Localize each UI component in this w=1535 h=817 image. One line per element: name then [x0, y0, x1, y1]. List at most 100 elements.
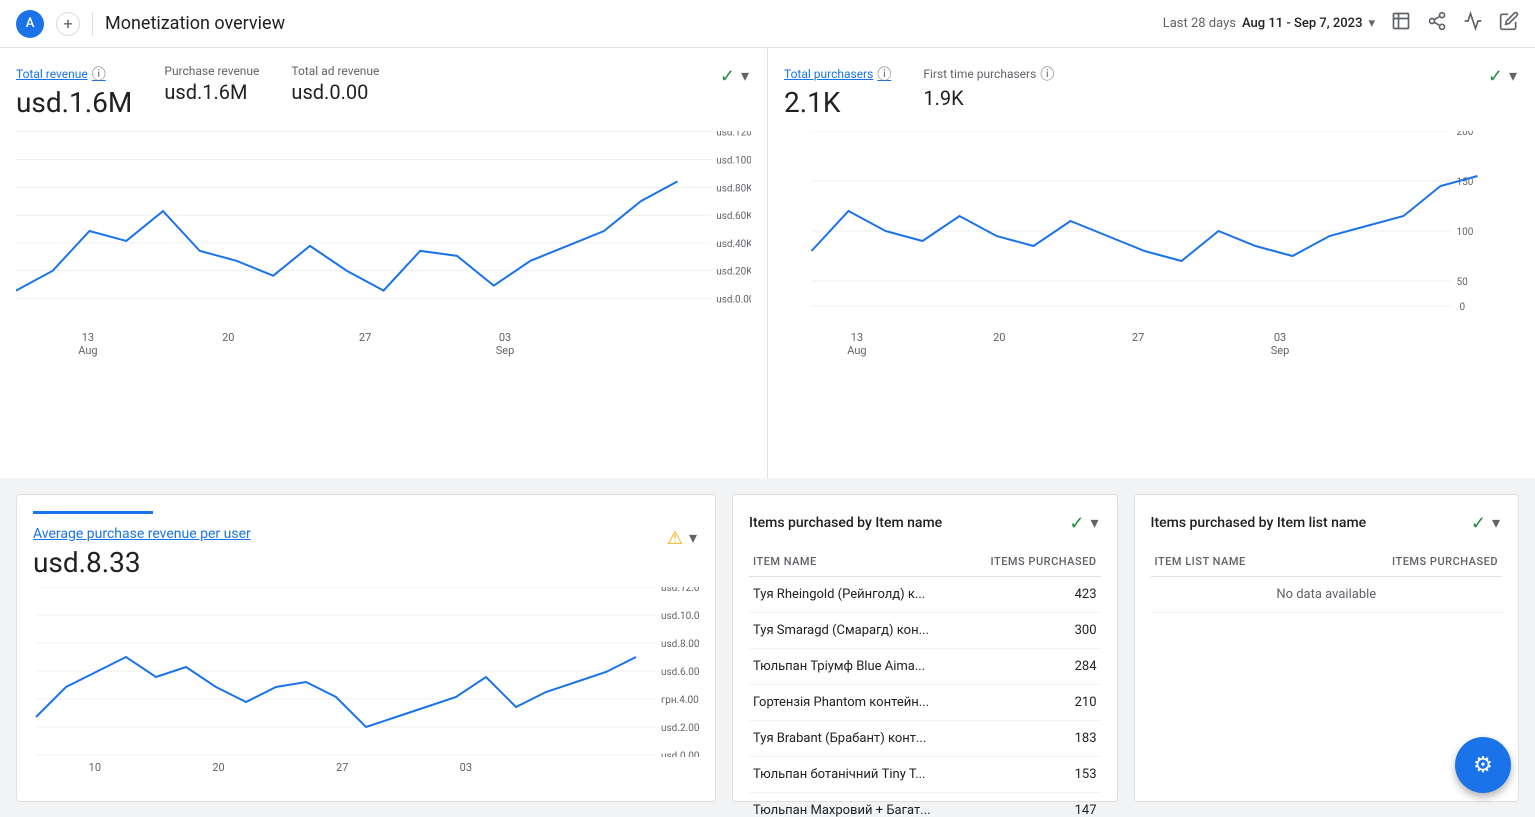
total-purchasers-value: 2.1K	[784, 86, 891, 119]
header-action-icons	[1391, 11, 1519, 36]
table-row: Туя Rheingold (Рейнголд) к... 423	[749, 577, 1101, 613]
avg-revenue-panel: Average purchase revenue per user usd.8.…	[16, 494, 716, 802]
purchasers-panel-control: ✓ ▾	[1488, 64, 1519, 88]
item-name-cell: Туя Brabant (Брабант) конт...	[749, 721, 967, 757]
table-row: Тюльпан Махровий + Багат... 147	[749, 793, 1101, 817]
first-time-purchasers-metric: First time purchasers ⓘ 1.9K	[923, 64, 1054, 110]
total-revenue-label[interactable]: Total revenue ⓘ	[16, 64, 132, 84]
date-value: Aug 11 - Sep 7, 2023	[1242, 16, 1363, 31]
edit-icon[interactable]	[1499, 11, 1519, 36]
purch-x-label-aug27: 27	[1132, 331, 1144, 357]
purchasers-dropdown-button[interactable]: ▾	[1507, 64, 1519, 88]
no-data-row: No data available	[1151, 577, 1503, 613]
items-by-list-title: Items purchased by Item list name	[1151, 515, 1367, 531]
svg-text:usd.0.00: usd.0.00	[661, 751, 699, 757]
table-row: Тюльпан Тріумф Blue Aima... 284	[749, 649, 1101, 685]
settings-fab-icon: ⚙	[1473, 753, 1493, 778]
items-by-list-control: ✓ ▾	[1471, 511, 1502, 535]
table-row: Тюльпан ботанічний Tiny T... 153	[749, 757, 1101, 793]
first-time-purchasers-value: 1.9K	[923, 86, 1054, 110]
svg-text:usd.0.00: usd.0.00	[716, 295, 751, 306]
svg-text:usd.20K: usd.20K	[716, 267, 751, 278]
col-items-purchased-header: ITEMS PURCHASED	[967, 547, 1101, 577]
total-revenue-value: usd.1.6M	[16, 86, 132, 119]
total-purchasers-info-icon[interactable]: ⓘ	[877, 64, 891, 84]
header-right: Last 28 days Aug 11 - Sep 7, 2023 ▾	[1163, 11, 1519, 36]
svg-text:0: 0	[1460, 302, 1466, 313]
svg-text:50: 50	[1457, 277, 1469, 288]
revenue-chart-svg: usd.120K usd.100K usd.80K usd.60K usd.40…	[16, 131, 751, 331]
svg-text:200: 200	[1457, 131, 1474, 138]
x-label-aug27: 27	[359, 331, 371, 357]
revenue-check-icon: ✓	[720, 66, 735, 87]
total-revenue-info-icon[interactable]: ⓘ	[92, 64, 106, 84]
item-purchased-cell: 300	[967, 613, 1101, 649]
total-purchasers-label[interactable]: Total purchasers ⓘ	[784, 64, 891, 84]
item-purchased-cell: 153	[967, 757, 1101, 793]
avg-revenue-warning-icon: ⚠	[667, 528, 683, 549]
items-by-name-check-icon: ✓	[1069, 513, 1084, 534]
revenue-panel: Total revenue ⓘ usd.1.6M Purchase revenu…	[0, 48, 768, 478]
revenue-panel-header: Total revenue ⓘ usd.1.6M Purchase revenu…	[16, 64, 751, 127]
avg-x-label-20: 20	[212, 761, 224, 774]
date-label: Last 28 days	[1163, 16, 1236, 31]
avg-revenue-dropdown-button[interactable]: ▾	[687, 526, 699, 550]
item-purchased-cell: 183	[967, 721, 1101, 757]
purchase-revenue-label: Purchase revenue	[164, 64, 259, 78]
x-label-aug20: 20	[222, 331, 234, 357]
date-range-selector[interactable]: Last 28 days Aug 11 - Sep 7, 2023 ▾	[1163, 16, 1375, 31]
purch-x-label-aug13: 13Aug	[847, 331, 866, 357]
table-row: Туя Smaragd (Смарагд) кон... 300	[749, 613, 1101, 649]
avg-revenue-section: Average purchase revenue per user usd.8.…	[33, 526, 251, 579]
app-header: A + Monetization overview Last 28 days A…	[0, 0, 1535, 48]
revenue-chart: usd.120K usd.100K usd.80K usd.60K usd.40…	[16, 131, 751, 357]
share-icon[interactable]	[1427, 11, 1447, 36]
settings-fab[interactable]: ⚙	[1455, 737, 1511, 793]
items-by-name-dropdown-button[interactable]: ▾	[1088, 511, 1100, 535]
total-purchasers-metric: Total purchasers ⓘ 2.1K	[784, 64, 891, 119]
page-title: Monetization overview	[105, 13, 1151, 34]
col-list-purchased-header: ITEMS PURCHASED	[1314, 547, 1502, 577]
item-purchased-cell: 147	[967, 793, 1101, 817]
analytics-icon[interactable]	[1463, 11, 1483, 36]
avg-revenue-value: usd.8.33	[33, 546, 251, 579]
svg-text:usd.60K: usd.60K	[716, 211, 751, 222]
svg-text:usd.2.00: usd.2.00	[661, 723, 699, 734]
items-by-list-dropdown-button[interactable]: ▾	[1490, 511, 1502, 535]
svg-text:100: 100	[1457, 227, 1474, 238]
tab-underline	[33, 511, 153, 514]
total-ad-revenue-text: Total ad revenue	[291, 64, 379, 78]
svg-text:usd.120K: usd.120K	[716, 131, 751, 139]
svg-text:usd.40K: usd.40K	[716, 239, 751, 250]
revenue-dropdown-button[interactable]: ▾	[739, 64, 751, 88]
items-by-name-control: ✓ ▾	[1069, 511, 1100, 535]
svg-text:usd.8.00: usd.8.00	[661, 639, 699, 650]
svg-text:грн.4.00: грн.4.00	[661, 695, 699, 706]
revenue-x-labels: 13Aug 20 27 03Sep	[16, 331, 751, 357]
total-purchasers-text: Total purchasers	[784, 67, 873, 81]
avg-revenue-title[interactable]: Average purchase revenue per user	[33, 526, 251, 542]
no-data-message: No data available	[1151, 577, 1503, 613]
col-item-name-header: ITEM NAME	[749, 547, 967, 577]
svg-text:usd.10.00: usd.10.00	[661, 611, 699, 622]
item-name-cell: Тюльпан ботанічний Tiny T...	[749, 757, 967, 793]
revenue-panel-control: ✓ ▾	[720, 64, 751, 88]
items-by-list-header: Items purchased by Item list name ✓ ▾	[1151, 511, 1503, 535]
items-by-name-panel: Items purchased by Item name ✓ ▾ ITEM NA…	[732, 494, 1118, 802]
first-time-purchasers-info-icon[interactable]: ⓘ	[1040, 64, 1054, 84]
items-by-list-table: ITEM LIST NAME ITEMS PURCHASED No data a…	[1151, 547, 1503, 613]
svg-text:usd.12.00: usd.12.00	[661, 587, 699, 594]
item-name-cell: Туя Smaragd (Смарагд) кон...	[749, 613, 967, 649]
item-purchased-cell: 210	[967, 685, 1101, 721]
avg-revenue-chart-svg: usd.12.00 usd.10.00 usd.8.00 usd.6.00 гр…	[33, 587, 699, 757]
first-time-purchasers-text: First time purchasers	[923, 67, 1036, 81]
date-dropdown-icon[interactable]: ▾	[1368, 16, 1375, 31]
purchase-revenue-value: usd.1.6M	[164, 80, 259, 104]
avatar-letter: A	[26, 16, 35, 31]
revenue-metrics: Total revenue ⓘ usd.1.6M Purchase revenu…	[16, 64, 379, 119]
user-avatar[interactable]: A	[16, 10, 44, 38]
add-account-button[interactable]: +	[56, 12, 80, 36]
chart-icon[interactable]	[1391, 11, 1411, 36]
total-ad-revenue-metric: Total ad revenue usd.0.00	[291, 64, 379, 104]
bottom-panels-row: Average purchase revenue per user usd.8.…	[0, 478, 1535, 817]
